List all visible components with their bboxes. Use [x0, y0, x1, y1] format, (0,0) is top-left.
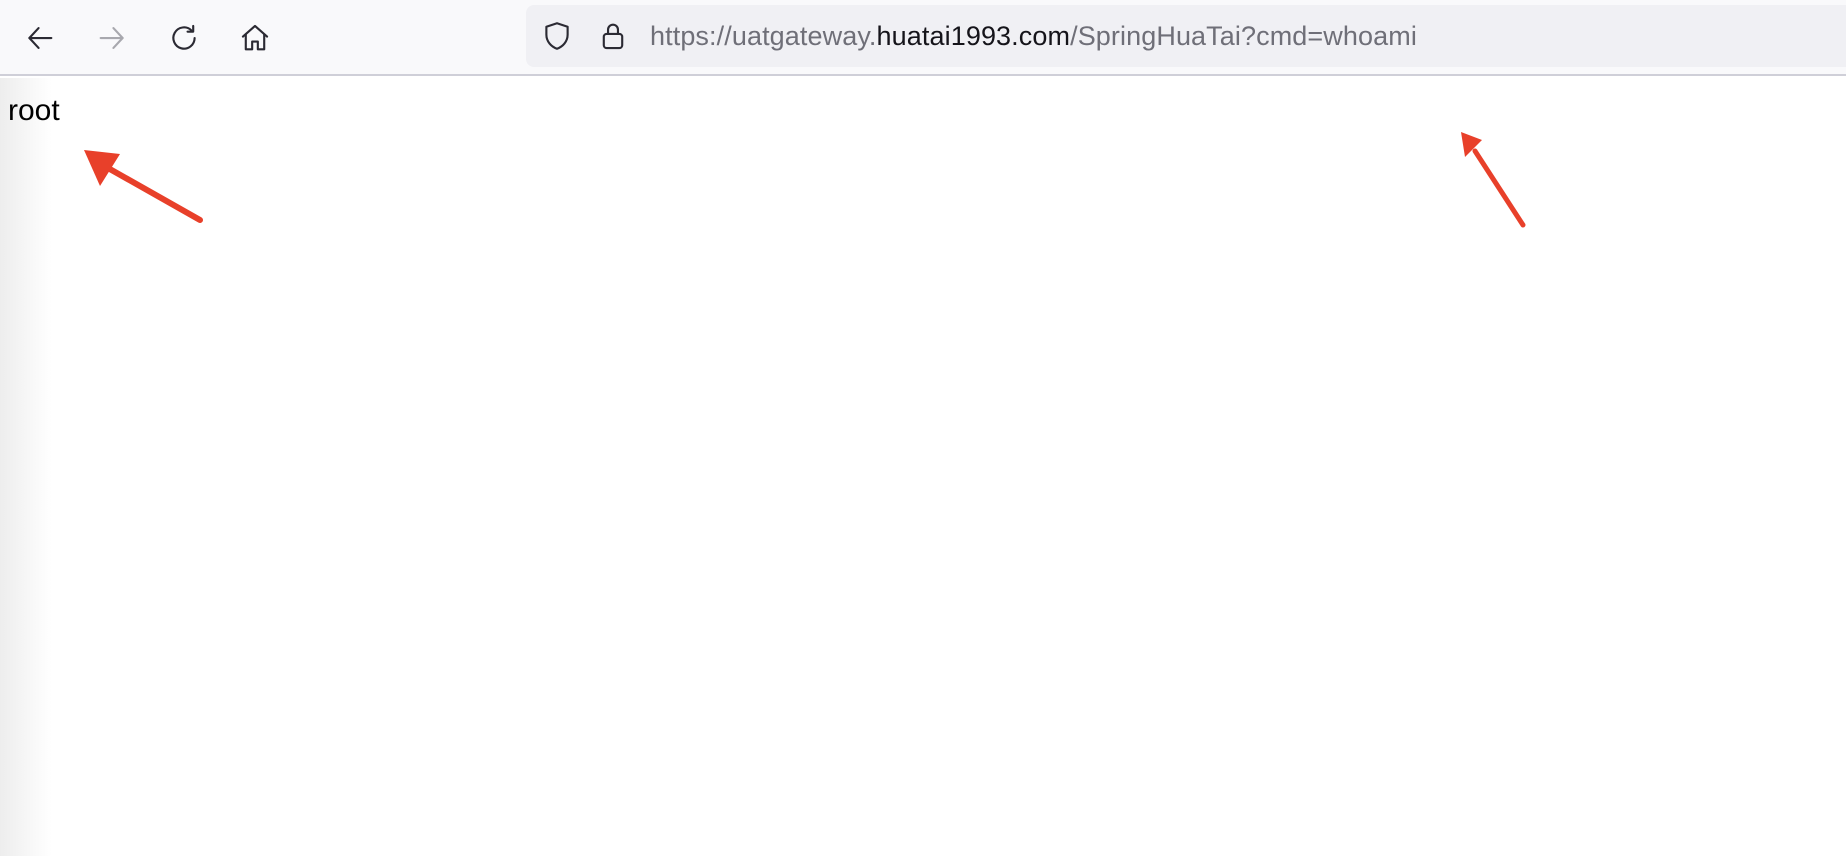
reload-button[interactable]: [160, 14, 208, 62]
shield-icon[interactable]: [540, 19, 574, 53]
url-text[interactable]: https://uatgateway.huatai1993.com/Spring…: [650, 5, 1417, 67]
command-output: root: [8, 94, 60, 127]
browser-window: https://uatgateway.huatai1993.com/Spring…: [0, 0, 1846, 856]
home-button[interactable]: [231, 14, 279, 62]
lock-icon[interactable]: [596, 19, 630, 53]
forward-button[interactable]: [88, 14, 136, 62]
url-host: huatai1993.com: [876, 21, 1071, 51]
url-bar[interactable]: https://uatgateway.huatai1993.com/Spring…: [526, 5, 1846, 67]
url-path: /SpringHuaTai?cmd=whoami: [1070, 21, 1417, 51]
arrow-right-icon: [99, 27, 124, 49]
reload-icon: [172, 24, 196, 50]
page-content: root: [0, 78, 1846, 856]
browser-toolbar: https://uatgateway.huatai1993.com/Spring…: [0, 0, 1846, 76]
arrow-left-icon: [28, 27, 53, 49]
url-prefix: https://uatgateway.: [650, 21, 877, 51]
back-button[interactable]: [16, 14, 64, 62]
home-icon: [241, 24, 269, 51]
